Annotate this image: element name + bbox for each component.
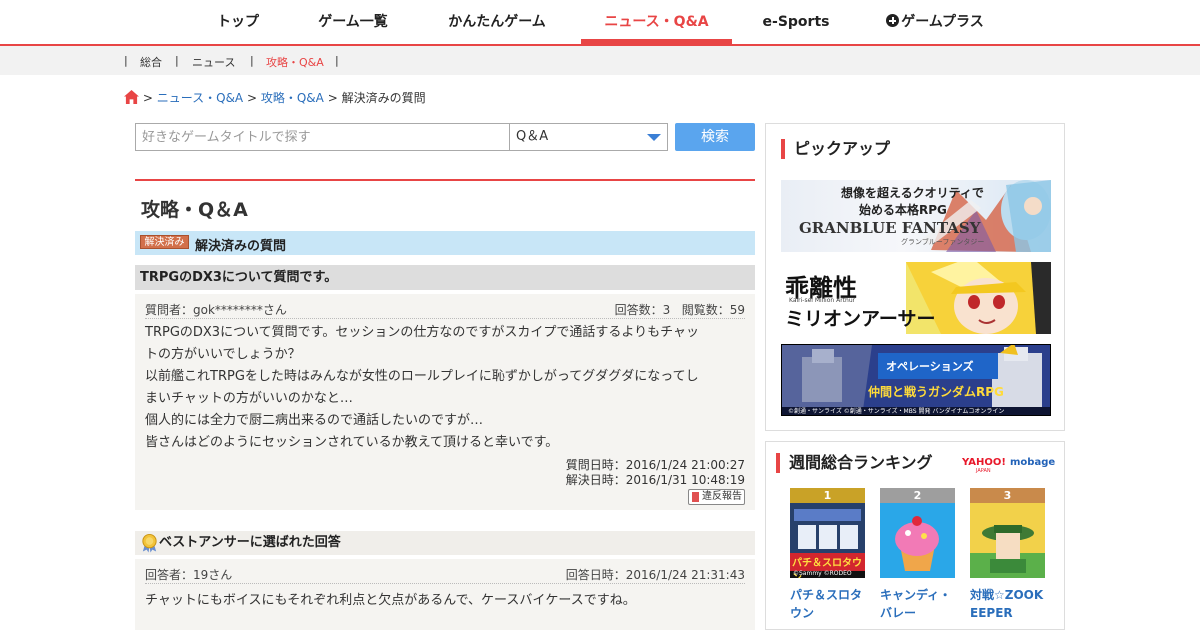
- banner-line: 始める本格RPG: [859, 203, 947, 217]
- breadcrumb-separator: >: [327, 91, 338, 105]
- answer-count: 回答数：3: [614, 303, 671, 317]
- subnav-divider: |: [250, 54, 254, 67]
- breadcrumb-link-guide-qa[interactable]: 攻略・Q&A: [261, 91, 324, 105]
- solved-badge: 解決済み: [140, 235, 189, 249]
- nav-item-news-qa[interactable]: ニュース・Q&A: [581, 0, 732, 44]
- breadcrumb-separator: >: [246, 91, 258, 105]
- banner-logo-sub: ミリオンアーサー: [785, 308, 936, 330]
- asked-at: 質問日時：2016/1/24 21:00:27: [565, 458, 745, 472]
- best-answer-header: ベストアンサーに選ばれた回答: [135, 531, 755, 555]
- question-line: まいチャットの方がいいのかなと…: [145, 391, 353, 406]
- medal-icon: [142, 533, 157, 553]
- nav-item-esports[interactable]: e-Sports: [758, 0, 834, 44]
- ranking-item-2[interactable]: 2 キャンディ・バレー: [880, 488, 955, 622]
- game-name[interactable]: 対戦☆ZOOKEEPER: [970, 586, 1045, 622]
- nav-item-game-list[interactable]: ゲーム一覧: [306, 0, 400, 44]
- ranking-title: 週間総合ランキング: [776, 453, 933, 473]
- home-icon[interactable]: [124, 90, 139, 104]
- game-name[interactable]: キャンディ・バレー: [880, 586, 955, 622]
- chevron-down-icon: [647, 134, 661, 141]
- search-input[interactable]: [135, 123, 510, 151]
- best-answer-heading: ベストアンサーに選ばれた回答: [159, 535, 341, 550]
- page-title: 攻略・Q＆A: [141, 199, 248, 221]
- answered-at: 回答日時：2016/1/24 21:31:43: [565, 568, 745, 582]
- subnav-item-news[interactable]: ニュース: [192, 54, 235, 70]
- subnav-item-general[interactable]: 総合: [140, 54, 162, 70]
- rank-number: 3: [970, 488, 1045, 503]
- question-meta: 質問者：gok********さん 回答数：3 閲覧数：59: [145, 301, 745, 319]
- question-line: 皆さんはどのようにセッションされているか教えて頂けると幸いです。: [145, 435, 559, 450]
- thumbnail-credit: ©Sammy ©RODEO: [793, 570, 852, 577]
- sub-nav: | 総合 | ニュース | 攻略・Q&A |: [0, 46, 1200, 75]
- question-title: TRPGのDX3について質問です。: [135, 265, 755, 290]
- solved-question-label: 解決済みの質問: [195, 239, 287, 254]
- view-count: 閲覧数：59: [681, 303, 745, 317]
- question-body: TRPGのDX3について質問です。セッションの仕方なのですがスカイプで通話するよ…: [145, 322, 750, 454]
- solved-question-header: 解決済み 解決済みの質問: [135, 231, 755, 255]
- section-divider: [135, 179, 755, 181]
- banner-logo-roman: Kairi-sei Million Arthur: [789, 297, 856, 304]
- banner-logo: GRANBLUE FANTASY: [799, 219, 981, 237]
- cupcake-image: [880, 503, 955, 578]
- banner-logo: オペレーションズ: [886, 360, 974, 373]
- answer-meta: 回答者：19さん 回答日時：2016/1/24 21:31:43: [145, 566, 745, 584]
- game-name[interactable]: パチ＆スロタウン: [790, 586, 865, 622]
- top-nav: トップ ゲーム一覧 かんたんゲーム ニュース・Q&A e-Sports ゲームプ…: [0, 0, 1200, 46]
- report-label: 違反報告: [702, 491, 742, 502]
- nav-item-top[interactable]: トップ: [207, 0, 269, 44]
- question-box: 質問者：gok********さん 回答数：3 閲覧数：59 TRPGのDX3に…: [135, 294, 755, 510]
- answerer: 回答者：19さん: [145, 568, 233, 582]
- ranking-item-1[interactable]: 1 パチ＆スロタウン ©Sammy ©RODEO パチ＆スロタウン: [790, 488, 865, 622]
- ranking-panel: 週間総合ランキング YAHOO! JAPAN mobage 1 パチ＆スロタウン…: [765, 441, 1065, 630]
- banner-logo-sub: グランブルーファンタジー: [901, 238, 985, 246]
- game-thumbnail[interactable]: [880, 503, 955, 578]
- question-line: 個人的には全力で厨二病出来るので通話したいのですが…: [145, 413, 484, 428]
- yahoo-logo-sub: JAPAN: [976, 468, 991, 474]
- banner-gundam-operations[interactable]: オペレーションズ 仲間と戦うガンダムRPG ©創通・サンライズ ©創通・サンライ…: [781, 344, 1051, 416]
- subnav-divider: |: [335, 54, 339, 67]
- search-category-value: Q＆A: [516, 129, 549, 144]
- pickup-title: ピックアップ: [781, 139, 890, 159]
- breadcrumb-separator: >: [142, 91, 153, 105]
- zookeeper-image: [970, 503, 1045, 578]
- report-icon: [692, 492, 699, 502]
- nav-item-easy-games[interactable]: かんたんゲーム: [438, 0, 556, 44]
- subnav-divider: |: [175, 54, 179, 67]
- breadcrumb-link-news-qa[interactable]: ニュース・Q&A: [157, 91, 243, 105]
- pickup-panel: ピックアップ 想像を超えるクオリティで 始める本格RPG GRANBLUE FA…: [765, 123, 1065, 431]
- search-button[interactable]: 検索: [675, 123, 755, 151]
- banner-granblue-fantasy[interactable]: 想像を超えるクオリティで 始める本格RPG GRANBLUE FANTASY グ…: [781, 180, 1051, 252]
- question-line: トの方がいいでしょうか？: [145, 347, 301, 362]
- game-thumbnail[interactable]: [970, 503, 1045, 578]
- report-button[interactable]: 違反報告: [688, 489, 745, 505]
- question-line: 以前艦これTRPGをした時はみんなが女性のロールプレイに恥ずかしがってグダグダに…: [145, 369, 699, 384]
- nav-item-game-plus-label: ゲームプラス: [901, 14, 984, 30]
- banner-tagline: 仲間と戦うガンダムRPG: [868, 385, 1004, 399]
- answer-box: 回答者：19さん 回答日時：2016/1/24 21:31:43 チャットにもボ…: [135, 559, 755, 630]
- breadcrumb-current: 解決済みの質問: [341, 91, 426, 105]
- resolved-at: 解決日時：2016/1/31 10:48:19: [565, 473, 745, 487]
- subnav-item-guide-qa[interactable]: 攻略・Q&A: [266, 54, 324, 70]
- rank-number: 2: [880, 488, 955, 503]
- question-line: TRPGのDX3について質問です。セッションの仕方なのですがスカイプで通話するよ…: [145, 325, 699, 340]
- ranking-item-3[interactable]: 3 対戦☆ZOOKEEPER: [970, 488, 1045, 622]
- question-asker: 質問者：gok********さん: [145, 303, 287, 317]
- banner-line: 想像を超えるクオリティで: [841, 186, 984, 200]
- question-dates: 質問日時：2016/1/24 21:00:27 解決日時：2016/1/31 1…: [566, 458, 745, 488]
- answer-body: チャットにもボイスにもそれぞれ利点と欠点があるんで、ケースバイケースですね。: [145, 593, 636, 608]
- game-thumbnail[interactable]: パチ＆スロタウン ©Sammy ©RODEO: [790, 503, 865, 578]
- mobage-logo: mobage: [1010, 457, 1056, 468]
- yahoo-logo: YAHOO!: [962, 457, 1006, 468]
- banner-credits: ©創通・サンライズ ©創通・サンライズ・MBS 開発 バンダイナムコオンライン: [788, 408, 1005, 415]
- banner-million-arthur[interactable]: 乖離性 Kairi-sei Million Arthur ミリオンアーサー: [781, 262, 1051, 334]
- search-category-select[interactable]: Q＆A: [509, 123, 668, 151]
- plus-icon: [886, 14, 900, 27]
- subnav-divider: |: [124, 54, 128, 67]
- breadcrumb: > ニュース・Q&A > 攻略・Q&A > 解決済みの質問: [124, 89, 426, 106]
- rank-number: 1: [790, 488, 865, 503]
- question-stats: 回答数：3 閲覧数：59: [615, 301, 745, 318]
- nav-item-game-plus[interactable]: ゲームプラス: [877, 0, 993, 44]
